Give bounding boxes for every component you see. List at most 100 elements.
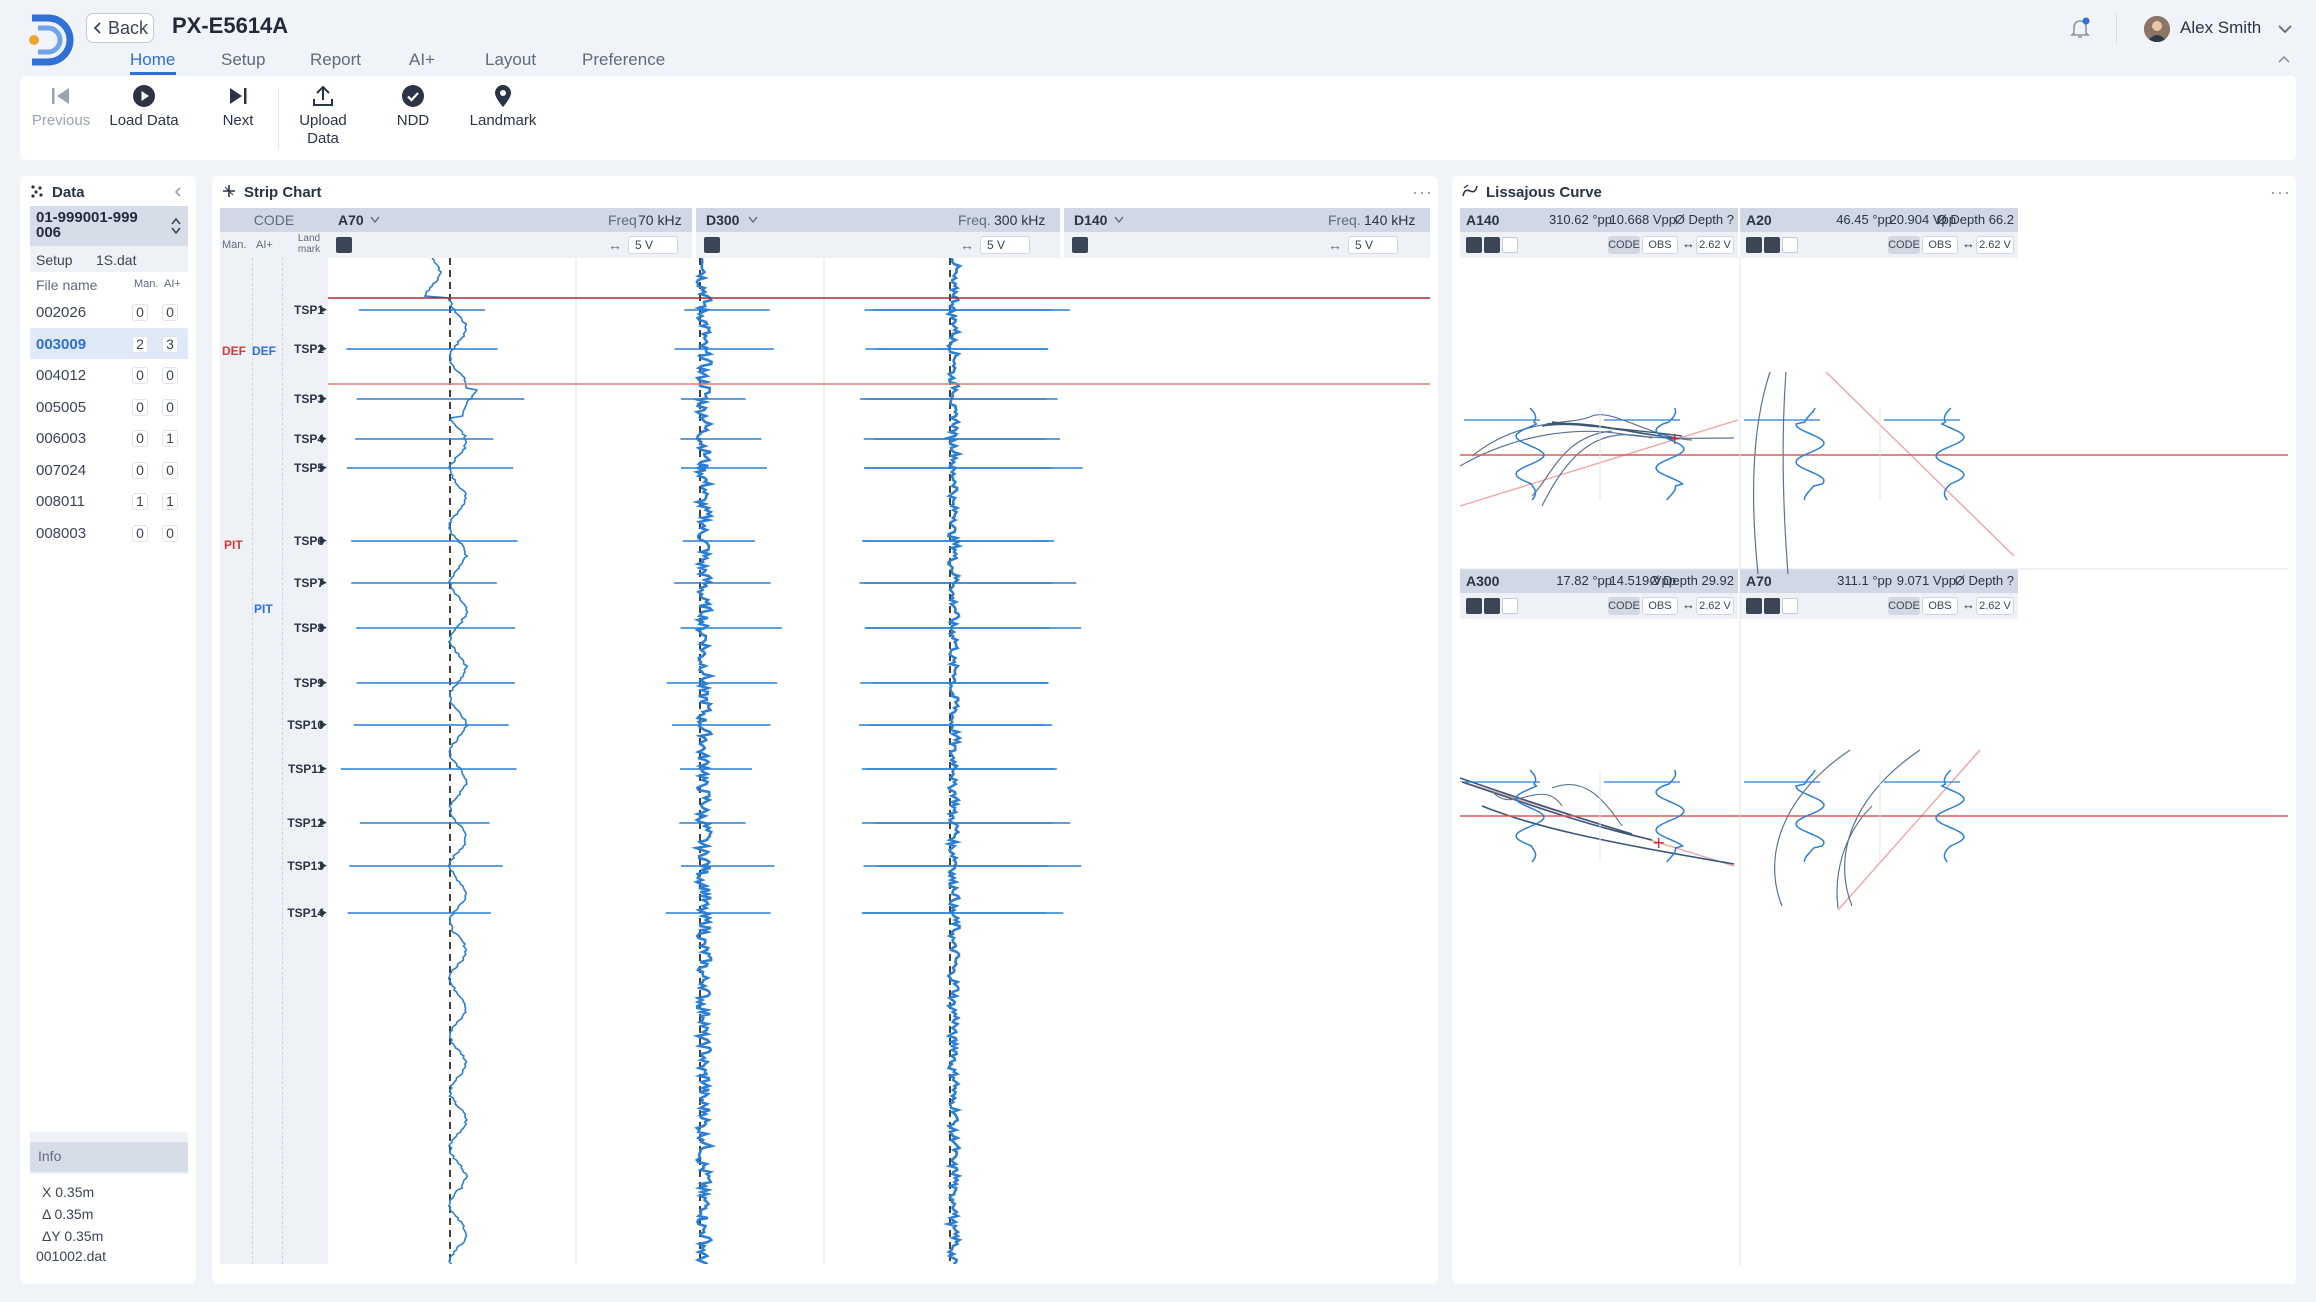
scale-icon[interactable]: ↔	[608, 237, 622, 253]
tsp-landmark[interactable]: TSP11	[288, 762, 324, 776]
load-data-button[interactable]: Load Data	[108, 84, 180, 130]
tab-ai[interactable]: AI+	[409, 50, 435, 70]
crosshair-icon: +	[1668, 429, 1681, 448]
signal-trace	[425, 258, 477, 1264]
tab-layout[interactable]: Layout	[485, 50, 536, 70]
check-circle-icon	[401, 84, 425, 108]
tsp-arrow-icon: ▶	[320, 907, 327, 918]
channel-name: A70	[338, 212, 364, 228]
setup-value[interactable]: 1S.dat	[96, 252, 136, 268]
channel-header-2[interactable]: D300 Freq. 300 kHz	[696, 208, 1060, 232]
data-panel-title: Data	[52, 184, 85, 201]
setup-label: Setup	[36, 252, 73, 268]
file-name: 002026	[36, 304, 86, 321]
chevron-left-icon	[92, 21, 104, 35]
lissajous-curve	[1460, 778, 1734, 864]
pit-ai-marker[interactable]: PIT	[254, 602, 273, 616]
tsp-arrow-icon: ▶	[320, 860, 327, 871]
tsp-arrow-icon: ▶	[320, 433, 327, 444]
code-header: CODE	[220, 208, 328, 232]
tsp-landmark[interactable]: TSP14	[287, 906, 324, 920]
align-top-icon[interactable]	[1072, 237, 1088, 253]
lissajous-panel: Lissajous Curve ··· A140 310.62 °pp 10.668…	[1452, 176, 2296, 1284]
ai-label: AI+	[256, 239, 273, 251]
tab-report[interactable]: Report	[310, 50, 361, 70]
tsp-landmark[interactable]: TSP12	[287, 816, 324, 830]
info-dy: ΔY 0.35m	[42, 1228, 103, 1244]
align-right-icon[interactable]	[704, 237, 720, 253]
mini-signal-trace	[1656, 408, 1684, 500]
chevron-down-icon[interactable]	[2276, 20, 2294, 38]
voltage-select[interactable]: 5 V	[980, 236, 1030, 254]
code-subheader: Man. AI+ Land mark	[220, 232, 328, 258]
channel-toolbar-1: ↔ 5 V	[328, 232, 692, 258]
phase-line	[1826, 372, 2014, 556]
file-name: 007024	[36, 462, 86, 479]
ai-count: 1	[162, 493, 178, 510]
upload-icon	[311, 84, 335, 108]
back-button[interactable]: Back	[86, 13, 154, 43]
sort-icon	[170, 216, 182, 236]
freq-label: Freq.	[1328, 212, 1361, 228]
ai-count: 1	[162, 430, 178, 447]
active-tab-indicator	[130, 72, 176, 75]
more-options-icon[interactable]: ···	[1412, 182, 1433, 203]
file-name: 006003	[36, 430, 86, 447]
landmark-button[interactable]: Landmark	[466, 84, 540, 130]
man-count: 0	[132, 367, 148, 384]
tab-setup[interactable]: Setup	[221, 50, 265, 70]
ndd-button[interactable]: NDD	[392, 84, 434, 130]
chevron-up-icon[interactable]	[2276, 52, 2292, 68]
channel-header-1[interactable]: A70 Freq 70 kHz	[328, 208, 692, 232]
channel-name: D300	[706, 212, 739, 228]
voltage-select[interactable]: 5 V	[1348, 236, 1398, 254]
lissajous-curve	[1754, 372, 1770, 574]
scale-icon[interactable]: ↔	[1328, 237, 1342, 253]
strip-chart-panel: Strip Chart ··· CODE Man. AI+ Land mark …	[212, 176, 1438, 1284]
freq-value: 300 kHz	[994, 212, 1045, 228]
lissajous-plots[interactable]: ++	[1452, 176, 2296, 1284]
tsp-landmark[interactable]: TSP13	[287, 859, 324, 873]
ai-count: 0	[162, 525, 178, 542]
tsp-arrow-icon: ▶	[320, 763, 327, 774]
landmark-label: Land mark	[294, 233, 324, 255]
align-top-icon[interactable]	[336, 237, 352, 253]
def-ai-marker[interactable]: DEF	[252, 344, 276, 358]
man-count: 0	[132, 462, 148, 479]
strip-chart-plot[interactable]	[328, 258, 1430, 1264]
def-man-marker[interactable]: DEF	[222, 344, 246, 358]
file-row[interactable]: 006003 0 1	[30, 422, 188, 454]
channel-header-3[interactable]: D140 Freq. 140 kHz	[1064, 208, 1430, 232]
notification-bell-icon[interactable]	[2068, 16, 2092, 40]
play-circle-icon	[132, 84, 156, 108]
tab-home[interactable]: Home	[130, 50, 175, 70]
next-button[interactable]: Next	[214, 84, 262, 130]
file-row[interactable]: 002026 0 0	[30, 296, 188, 328]
file-row[interactable]: 004012 0 0	[30, 359, 188, 391]
project-selector[interactable]: 01-999001-999 006	[30, 206, 188, 246]
lissajous-curve	[1775, 750, 1920, 906]
file-row[interactable]: 003009 2 3	[30, 328, 188, 360]
man-count: 0	[132, 304, 148, 321]
app-header: Back PX-E5614A Home Setup Report AI+ Lay…	[0, 0, 2316, 76]
upload-data-button[interactable]: Upload Data	[298, 84, 348, 148]
code-column: DEF DEF PIT PIT TSP1 ▶ TSP2 ▶ TSP3 ▶ TSP4 ▶ TSP5…	[220, 258, 328, 1264]
chevron-down-icon	[370, 216, 380, 224]
tab-preference[interactable]: Preference	[582, 50, 665, 70]
project-id: 01-999001-999 006	[36, 210, 154, 240]
previous-button[interactable]: Previous	[32, 84, 90, 130]
scale-icon[interactable]: ↔	[960, 237, 974, 253]
user-name[interactable]: Alex Smith	[2180, 18, 2261, 38]
collapse-left-icon[interactable]	[172, 186, 184, 198]
ai-count: 0	[162, 367, 178, 384]
freq-label: Freq.	[958, 212, 991, 228]
man-label: Man.	[222, 239, 246, 251]
file-row[interactable]: 007024 0 0	[30, 454, 188, 486]
pit-man-marker[interactable]: PIT	[224, 538, 243, 552]
avatar[interactable]	[2144, 16, 2170, 42]
tsp-landmark[interactable]: TSP10	[287, 718, 324, 732]
voltage-select[interactable]: 5 V	[628, 236, 678, 254]
file-row[interactable]: 005005 0 0	[30, 391, 188, 423]
file-row[interactable]: 008011 1 1	[30, 485, 188, 517]
file-row[interactable]: 008003 0 0	[30, 517, 188, 549]
